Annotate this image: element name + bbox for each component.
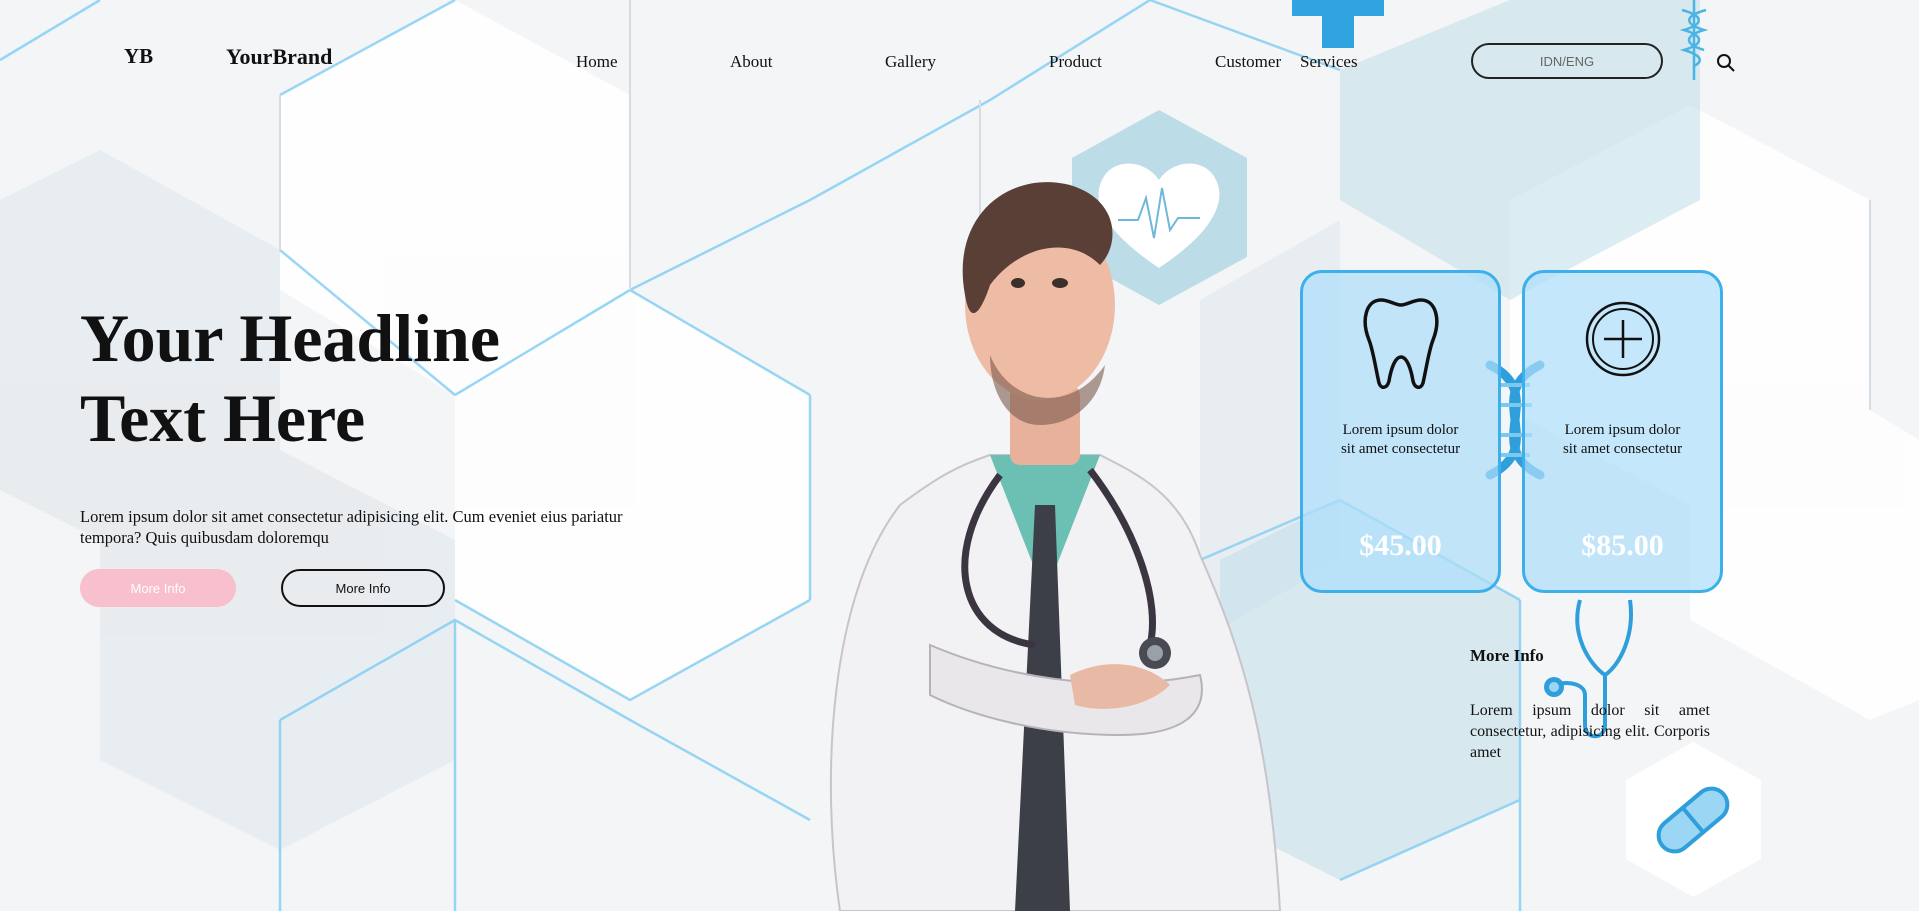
price-card-description-line-2: sit amet consectetur (1340, 441, 1461, 457)
search-icon[interactable] (1715, 52, 1737, 74)
price-card-description: Lorem ipsum dolor sit amet consectetur (1303, 421, 1498, 459)
hero-description-line-1: Lorem ipsum dolor sit amet consectetur a… (80, 507, 623, 526)
more-info-title: More Info (1470, 646, 1544, 665)
more-info-primary-button[interactable]: More Info (80, 569, 236, 607)
price-label: $85.00 (1581, 529, 1664, 562)
nav-home[interactable]: Home (576, 52, 618, 72)
hero-description: Lorem ipsum dolor sit amet consectetur a… (80, 506, 700, 548)
nav-customer[interactable]: Customer (1215, 52, 1281, 72)
nav-about[interactable]: About (730, 52, 773, 72)
medical-cross-icon (1585, 301, 1660, 377)
doctor-illustration (829, 182, 1282, 911)
price-card-description-line-1: Lorem ipsum dolor (1564, 422, 1681, 438)
headline-line-1: Your Headline (80, 300, 501, 376)
price-card-description-line-1: Lorem ipsum dolor (1342, 422, 1459, 438)
pill-icon (1626, 742, 1761, 897)
medical-cross-icon (1292, 0, 1384, 48)
brand-mark[interactable]: YB (124, 44, 153, 69)
brand-name[interactable]: YourBrand (226, 44, 332, 70)
page-headline: Your Headline Text Here (80, 298, 640, 458)
hero-description-line-2: tempora? Quis quibusdam doloremqu (80, 528, 329, 547)
price-label: $45.00 (1359, 529, 1442, 562)
nav-services[interactable]: Services (1300, 52, 1358, 72)
nav-product[interactable]: Product (1049, 52, 1102, 72)
tooth-icon (1363, 298, 1438, 389)
nav-gallery[interactable]: Gallery (885, 52, 936, 72)
price-card-description: Lorem ipsum dolor sit amet consectetur (1525, 421, 1720, 459)
more-info-text: Lorem ipsum dolor sit amet consectetur, … (1470, 702, 1710, 761)
more-info-secondary-button[interactable]: More Info (281, 569, 445, 607)
headline-line-2: Text Here (80, 380, 366, 456)
caduceus-icon (1679, 0, 1709, 80)
price-card-dental[interactable]: Lorem ipsum dolor sit amet consectetur $… (1300, 270, 1501, 593)
language-toggle-button[interactable]: IDN/ENG (1471, 43, 1663, 79)
price-card-medical[interactable]: Lorem ipsum dolor sit amet consectetur $… (1522, 270, 1723, 593)
price-card-description-line-2: sit amet consectetur (1562, 441, 1683, 457)
